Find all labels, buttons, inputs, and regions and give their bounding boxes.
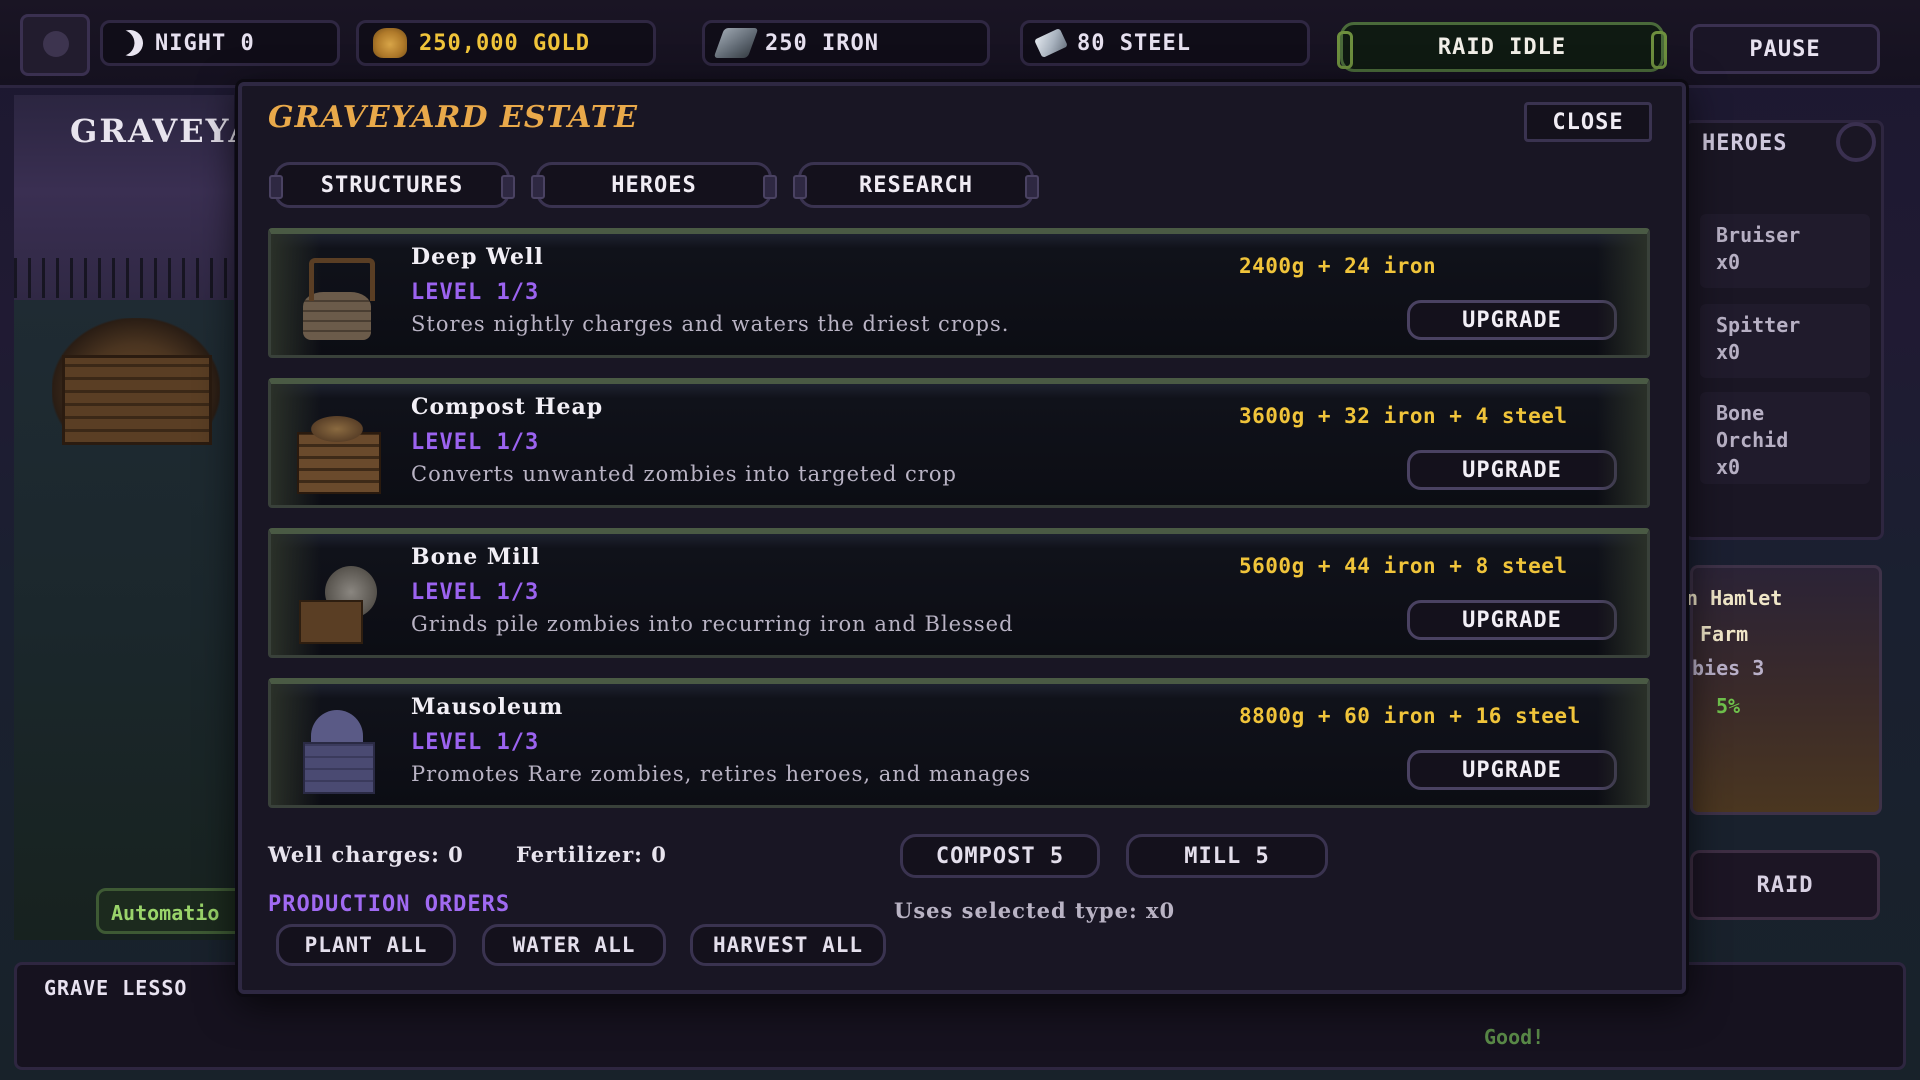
structure-card-mausoleum: Mausoleum LEVEL 1/3 Promotes Rare zombie… [268, 678, 1650, 808]
gold-label: 250,000 GOLD [419, 30, 590, 56]
night-counter: NIGHT 0 [100, 20, 340, 66]
hero-count: x0 [1716, 250, 1741, 274]
structure-name: Mausoleum [411, 694, 564, 720]
steel-counter: 80 STEEL [1020, 20, 1310, 66]
graveyard-fence [14, 258, 234, 298]
iron-counter: 250 IRON [702, 20, 990, 66]
structure-name: Bone Mill [411, 544, 541, 570]
steel-label: 80 STEEL [1077, 30, 1191, 56]
harvest-all-button[interactable]: HARVEST ALL [690, 924, 886, 966]
hero-count: x0 [1716, 455, 1741, 479]
hamlet-percent: 5% [1716, 694, 1741, 718]
message-title: GRAVE LESSO [44, 976, 188, 1000]
upgrade-bone-mill-button[interactable]: UPGRADE [1407, 600, 1617, 640]
hero-name-line1: Bone [1716, 401, 1765, 425]
structure-description: Stores nightly charges and waters the dr… [411, 312, 1010, 336]
structure-card-deep-well: Deep Well LEVEL 1/3 Stores nightly charg… [268, 228, 1650, 358]
hamlet-name: n Hamlet [1686, 586, 1783, 610]
structure-card-bone-mill: Bone Mill LEVEL 1/3 Grinds pile zombies … [268, 528, 1650, 658]
production-orders-title: PRODUCTION ORDERS [268, 892, 511, 917]
gold-counter: 250,000 GOLD [356, 20, 656, 66]
structure-card-compost-heap: Compost Heap LEVEL 1/3 Converts unwanted… [268, 378, 1650, 508]
structure-level: LEVEL 1/3 [411, 280, 540, 305]
mausoleum-icon [289, 702, 385, 798]
message-good: Good! [1484, 1025, 1545, 1049]
structure-cost: 5600g + 44 iron + 8 steel [1239, 554, 1568, 578]
structure-level: LEVEL 1/3 [411, 430, 540, 455]
structure-name: Deep Well [411, 244, 544, 270]
raid-button[interactable]: RAID [1690, 850, 1880, 920]
structure-description: Converts unwanted zombies into targeted … [411, 462, 957, 486]
structure-cost: 3600g + 32 iron + 4 steel [1239, 404, 1568, 428]
tab-structures[interactable]: STRUCTURES [269, 162, 515, 208]
hero-card-bone-orchid[interactable]: Bone Orchid x0 [1700, 392, 1870, 484]
fertilizer-count: Fertilizer: 0 [516, 842, 667, 867]
tab-research[interactable]: RESEARCH [793, 162, 1039, 208]
night-label: NIGHT 0 [155, 30, 255, 56]
hero-card-bruiser[interactable]: Bruiser x0 [1700, 214, 1870, 288]
bone-mill-icon [289, 552, 385, 648]
water-all-button[interactable]: WATER ALL [482, 924, 666, 966]
hero-count: x0 [1716, 340, 1741, 364]
structure-description: Promotes Rare zombies, retires heroes, a… [411, 762, 1031, 786]
zombies-count: bies 3 [1692, 656, 1765, 680]
tab-heroes[interactable]: HEROES [531, 162, 777, 208]
hero-name: Bruiser [1716, 223, 1801, 247]
pause-button[interactable]: PAUSE [1690, 24, 1880, 74]
structure-description: Grinds pile zombies into recurring iron … [411, 612, 1014, 636]
raid-status: RAID IDLE [1337, 22, 1667, 72]
iron-ingot-icon [713, 28, 759, 58]
modal-title: GRAVEYARD ESTATE [268, 100, 638, 135]
plant-all-button[interactable]: PLANT ALL [276, 924, 456, 966]
well-icon [289, 252, 385, 348]
upgrade-mausoleum-button[interactable]: UPGRADE [1407, 750, 1617, 790]
uses-selected-type: Uses selected type: x0 [894, 898, 1176, 923]
moon-icon [113, 26, 146, 59]
structure-cost: 8800g + 60 iron + 16 steel [1239, 704, 1581, 728]
compost-button[interactable]: COMPOST 5 [900, 834, 1100, 878]
structure-level: LEVEL 1/3 [411, 730, 540, 755]
hero-name: Spitter [1716, 313, 1801, 337]
heroes-ring-icon [1836, 122, 1876, 162]
skull-icon [20, 14, 90, 76]
structure-cost: 2400g + 24 iron [1239, 254, 1437, 278]
compost-crate-sprite [62, 355, 212, 445]
close-button[interactable]: CLOSE [1524, 102, 1652, 142]
well-charges: Well charges: 0 [268, 842, 464, 867]
iron-label: 250 IRON [765, 30, 879, 56]
structure-level: LEVEL 1/3 [411, 580, 540, 605]
hero-name-line2: Orchid [1716, 428, 1789, 452]
upgrade-deep-well-button[interactable]: UPGRADE [1407, 300, 1617, 340]
gold-bag-icon [373, 28, 407, 58]
upgrade-compost-heap-button[interactable]: UPGRADE [1407, 450, 1617, 490]
structure-name: Compost Heap [411, 394, 604, 420]
mill-button[interactable]: MILL 5 [1126, 834, 1328, 878]
automation-button[interactable]: Automatio [96, 888, 246, 934]
top-resource-bar: NIGHT 0 250,000 GOLD 250 IRON 80 STEEL R… [0, 0, 1920, 88]
compost-icon [289, 402, 385, 498]
farm-label: Farm [1700, 622, 1749, 646]
steel-bar-icon [1034, 28, 1068, 58]
hero-card-spitter[interactable]: Spitter x0 [1700, 304, 1870, 378]
